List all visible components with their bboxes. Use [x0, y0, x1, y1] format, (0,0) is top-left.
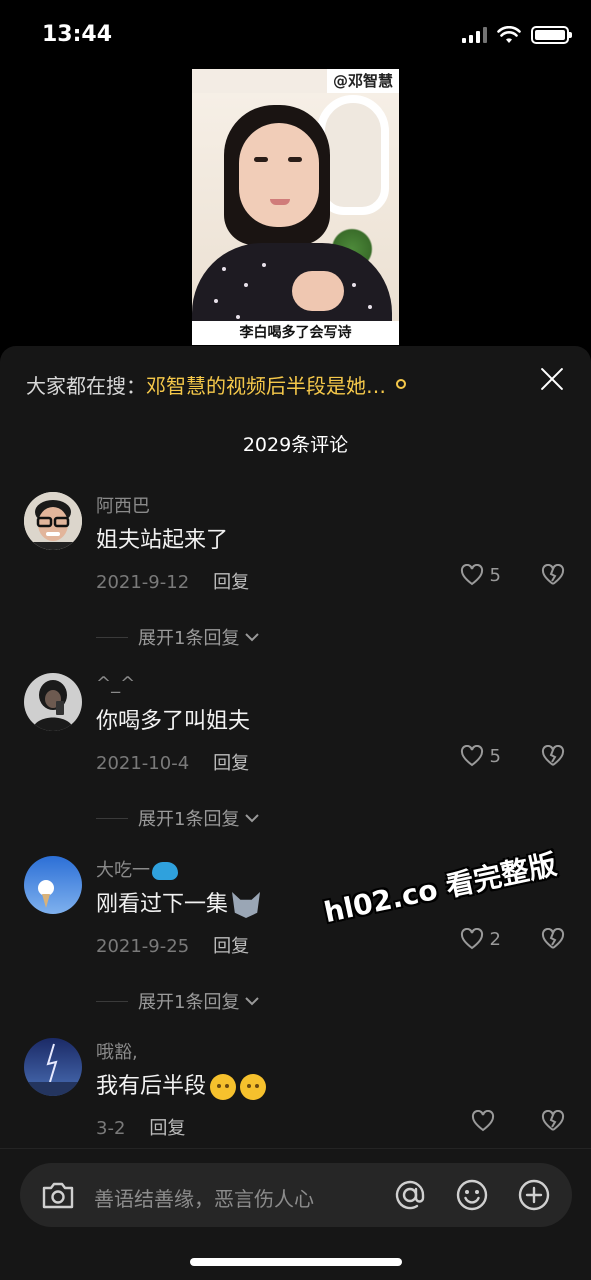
expand-replies-label: 展开1条回复 [138, 992, 240, 1013]
like-count: 2 [489, 928, 501, 950]
home-indicator[interactable] [190, 1258, 402, 1266]
reply-button[interactable]: 回复 [213, 753, 249, 774]
expand-replies-button[interactable]: 展开1条回复 [96, 988, 261, 1014]
expand-replies-label: 展开1条回复 [138, 809, 240, 830]
expand-replies-button[interactable]: 展开1条回复 [96, 805, 261, 831]
camera-icon[interactable] [40, 1179, 76, 1211]
video-author-tag: @邓智慧 [326, 69, 399, 93]
at-icon[interactable] [392, 1177, 428, 1213]
heart-icon [460, 745, 483, 767]
whale-emoji-icon [152, 862, 178, 880]
comment-input-placeholder: 善语结善缘，恶言伤人心 [94, 1187, 314, 1211]
heart-icon [460, 564, 483, 586]
status-time: 13:44 [42, 22, 113, 47]
comment-date: 2021-9-12 [96, 572, 190, 593]
comments-panel: 大家都在搜：邓智慧的视频后半段是她… 2029条评论 阿西巴 姐夫站起来了 20… [0, 346, 591, 1280]
signal-icon [462, 27, 487, 43]
avatar[interactable] [24, 1038, 82, 1096]
comment-count: 2029条评论 [242, 434, 349, 456]
chevron-down-icon [245, 997, 260, 1006]
status-icons [462, 26, 572, 44]
broken-heart-icon[interactable] [541, 745, 565, 767]
emoji-icon[interactable] [454, 1177, 490, 1213]
comment-meta: 2021-9-12 回复 [96, 568, 249, 594]
comment-date: 2021-10-4 [96, 753, 190, 774]
search-suggestion-prefix: 大家都在搜： [26, 374, 146, 398]
like-button[interactable]: 2 [460, 928, 501, 950]
comment-username[interactable]: 哦豁, [96, 1038, 138, 1064]
comment-meta: 3-2 回复 [96, 1114, 185, 1140]
comment-date: 2021-9-25 [96, 936, 190, 957]
wifi-icon [497, 26, 521, 43]
broken-heart-icon[interactable] [541, 564, 565, 586]
broken-heart-icon[interactable] [541, 928, 565, 950]
video-thumbnail[interactable]: @邓智慧 李白喝多了会写诗 [192, 69, 399, 345]
comment-date: 3-2 [96, 1118, 126, 1139]
chevron-down-icon [245, 633, 260, 642]
comment-input[interactable]: 善语结善缘，恶言伤人心 [20, 1163, 572, 1227]
video-caption: 李白喝多了会写诗 [192, 321, 399, 345]
avatar[interactable] [24, 673, 82, 731]
comment-username[interactable]: 阿西巴 [96, 492, 150, 518]
like-count: 5 [489, 745, 501, 767]
video-scene [192, 93, 399, 321]
like-button[interactable]: 5 [460, 745, 501, 767]
comment-text: 你喝多了叫姐夫 [96, 709, 251, 734]
broken-heart-icon[interactable] [541, 1110, 565, 1132]
heart-icon [460, 928, 483, 950]
close-icon[interactable] [539, 366, 565, 392]
reply-button[interactable]: 回复 [149, 1118, 185, 1139]
status-bar: 13:44 [0, 0, 591, 70]
comment-username[interactable]: ^_^ [96, 673, 135, 694]
like-button[interactable]: 5 [460, 564, 501, 586]
smirk-emoji-icon [240, 1074, 267, 1100]
heart-icon [471, 1110, 495, 1132]
comment-username[interactable]: 大吃一 [96, 856, 178, 882]
wolf-emoji-icon [232, 892, 261, 918]
search-suggestion-keyword[interactable]: 邓智慧的视频后半段是她… [146, 374, 386, 398]
smirk-emoji-icon [210, 1074, 237, 1100]
plus-icon[interactable] [516, 1177, 552, 1213]
comment-text: 我有后半段 [96, 1068, 267, 1100]
comment-meta: 2021-10-4 回复 [96, 749, 249, 775]
chevron-down-icon [245, 814, 260, 823]
search-icon [396, 379, 406, 389]
reply-button[interactable]: 回复 [213, 936, 249, 957]
battery-icon [531, 26, 572, 44]
comment-text: 姐夫站起来了 [96, 528, 229, 553]
like-button[interactable] [471, 1110, 501, 1132]
expand-replies-label: 展开1条回复 [138, 628, 240, 649]
avatar[interactable] [24, 856, 82, 914]
comment-meta: 2021-9-25 回复 [96, 932, 249, 958]
reply-button[interactable]: 回复 [213, 572, 249, 593]
expand-replies-button[interactable]: 展开1条回复 [96, 624, 261, 650]
avatar[interactable] [24, 492, 82, 550]
like-count: 5 [489, 564, 501, 586]
comment-text: 刚看过下一集 [96, 886, 261, 918]
search-suggestion[interactable]: 大家都在搜：邓智慧的视频后半段是她… [26, 370, 406, 399]
